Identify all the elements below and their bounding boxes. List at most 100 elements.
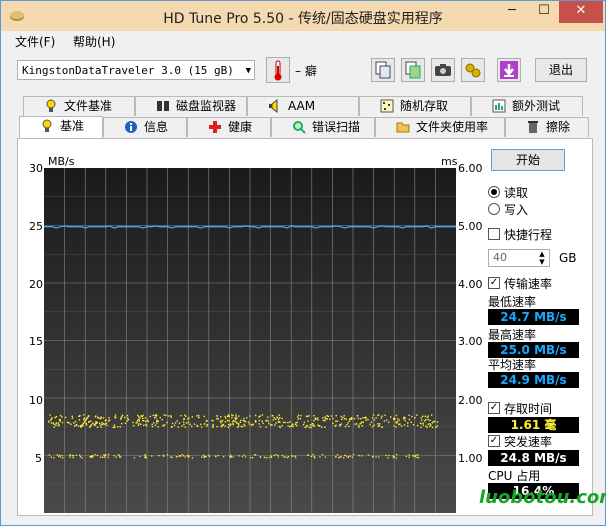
access-time-point — [371, 425, 374, 428]
copy-info-button[interactable] — [401, 58, 425, 82]
tab-error-scan[interactable]: 错误扫描 — [271, 117, 375, 137]
drive-select[interactable]: KingstonDataTraveler 3.0 (15 gB) ▼ — [17, 60, 255, 80]
access-time-point — [50, 418, 53, 420]
access-time-point — [221, 419, 224, 422]
tab-erase[interactable]: 擦除 — [505, 117, 589, 137]
access-time-point — [142, 419, 144, 422]
access-time-point — [254, 420, 257, 422]
access-time-point — [296, 424, 298, 427]
start-button[interactable]: 开始 — [491, 149, 565, 171]
access-time-point — [381, 415, 383, 417]
burst-rate-checkbox[interactable]: ✓ — [488, 435, 500, 447]
write-radio[interactable] — [488, 203, 500, 215]
access-time-point — [410, 421, 412, 423]
access-time-point — [64, 416, 67, 419]
access-time-point — [396, 422, 398, 424]
tab-aam[interactable]: AAM — [247, 96, 359, 116]
access-time-point — [163, 424, 166, 426]
access-time-point — [322, 419, 325, 422]
access-time-point — [50, 456, 52, 458]
speaker-icon — [269, 99, 278, 113]
access-time-point — [235, 414, 237, 416]
access-time-point — [336, 454, 339, 456]
access-time-point — [237, 422, 239, 425]
access-time-point — [436, 421, 439, 423]
access-time-point — [329, 418, 331, 421]
tab-folder-usage[interactable]: 文件夹使用率 — [375, 117, 505, 137]
quick-stroke-label: 快捷行程 — [504, 228, 553, 242]
burst-rate-value: 24.8 MB/s — [488, 450, 579, 466]
access-time-point — [53, 426, 55, 428]
access-time-point — [171, 456, 173, 458]
access-time-point — [100, 426, 102, 428]
tab-label: 擦除 — [546, 120, 571, 134]
access-time-point — [250, 424, 253, 426]
access-time-point — [351, 456, 353, 458]
transfer-rate-checkbox[interactable]: ✓ — [488, 277, 500, 289]
access-time-point — [79, 454, 81, 456]
tab-benchmark[interactable]: 基准 — [19, 116, 103, 138]
access-time-point — [281, 417, 283, 420]
access-time-point — [395, 457, 397, 459]
access-time-point — [348, 425, 350, 428]
access-time-point — [178, 422, 181, 424]
menu-help[interactable]: 帮助(H) — [73, 33, 115, 50]
access-time-point — [197, 414, 200, 417]
tab-file-benchmark[interactable]: 文件基准 — [23, 96, 135, 116]
access-time-point — [408, 418, 411, 421]
menu-file[interactable]: 文件(F) — [15, 33, 55, 50]
access-time-point — [181, 425, 183, 427]
access-time-point — [127, 417, 129, 419]
tab-info[interactable]: 信息 — [103, 117, 187, 137]
access-time-point — [358, 426, 360, 428]
close-button[interactable]: ✕ — [559, 1, 603, 23]
access-time-point — [184, 456, 186, 458]
access-time-point — [147, 420, 149, 423]
access-time-point — [52, 422, 54, 424]
access-time-point — [265, 420, 267, 422]
tab-extra-tests[interactable]: 额外测试 — [471, 96, 583, 116]
access-time-point — [232, 423, 234, 425]
access-time-point — [261, 420, 263, 422]
temperature-button[interactable] — [266, 57, 290, 83]
access-time-point — [324, 420, 326, 422]
access-time-point — [317, 424, 319, 426]
access-time-point — [137, 424, 140, 426]
quick-stroke-checkbox[interactable] — [488, 228, 500, 240]
access-time-point — [403, 424, 406, 426]
access-time-point — [275, 422, 277, 424]
access-time-point — [191, 416, 193, 418]
access-time-point — [411, 415, 413, 418]
screenshot-button[interactable] — [431, 58, 455, 82]
access-time-point — [407, 425, 409, 427]
access-time-point — [297, 418, 300, 420]
access-time-point — [90, 420, 92, 422]
access-time-point — [74, 420, 77, 423]
access-time-point — [369, 423, 371, 426]
access-time-point — [408, 414, 410, 416]
health-cross-icon — [209, 121, 221, 133]
tab-disk-monitor[interactable]: 磁盘监视器 — [135, 96, 247, 116]
access-time-point — [102, 417, 105, 419]
access-time-checkbox[interactable]: ✓ — [488, 402, 500, 414]
read-radio[interactable] — [488, 186, 500, 198]
options-button[interactable] — [461, 58, 485, 82]
access-time-point — [155, 416, 157, 418]
exit-button[interactable]: 退出 — [535, 58, 587, 82]
copy-text-button[interactable] — [371, 58, 395, 82]
save-button[interactable] — [497, 58, 521, 82]
tab-health[interactable]: 健康 — [187, 117, 271, 137]
access-time-point — [99, 422, 101, 424]
access-time-point — [101, 421, 103, 424]
access-time-point — [349, 418, 351, 420]
access-time-point — [259, 456, 262, 458]
tab-random-access[interactable]: 随机存取 — [359, 96, 471, 116]
maximize-button[interactable]: ☐ — [529, 1, 559, 23]
stepper-arrows-icon[interactable]: ▲ ▼ — [535, 250, 549, 266]
minimize-button[interactable]: ─ — [497, 1, 527, 23]
access-time-point — [224, 415, 226, 418]
tab-label: 文件基准 — [64, 99, 113, 113]
access-time-point — [140, 423, 142, 425]
access-time-point — [149, 415, 151, 418]
drive-select-value: KingstonDataTraveler 3.0 (15 gB) — [22, 64, 234, 77]
